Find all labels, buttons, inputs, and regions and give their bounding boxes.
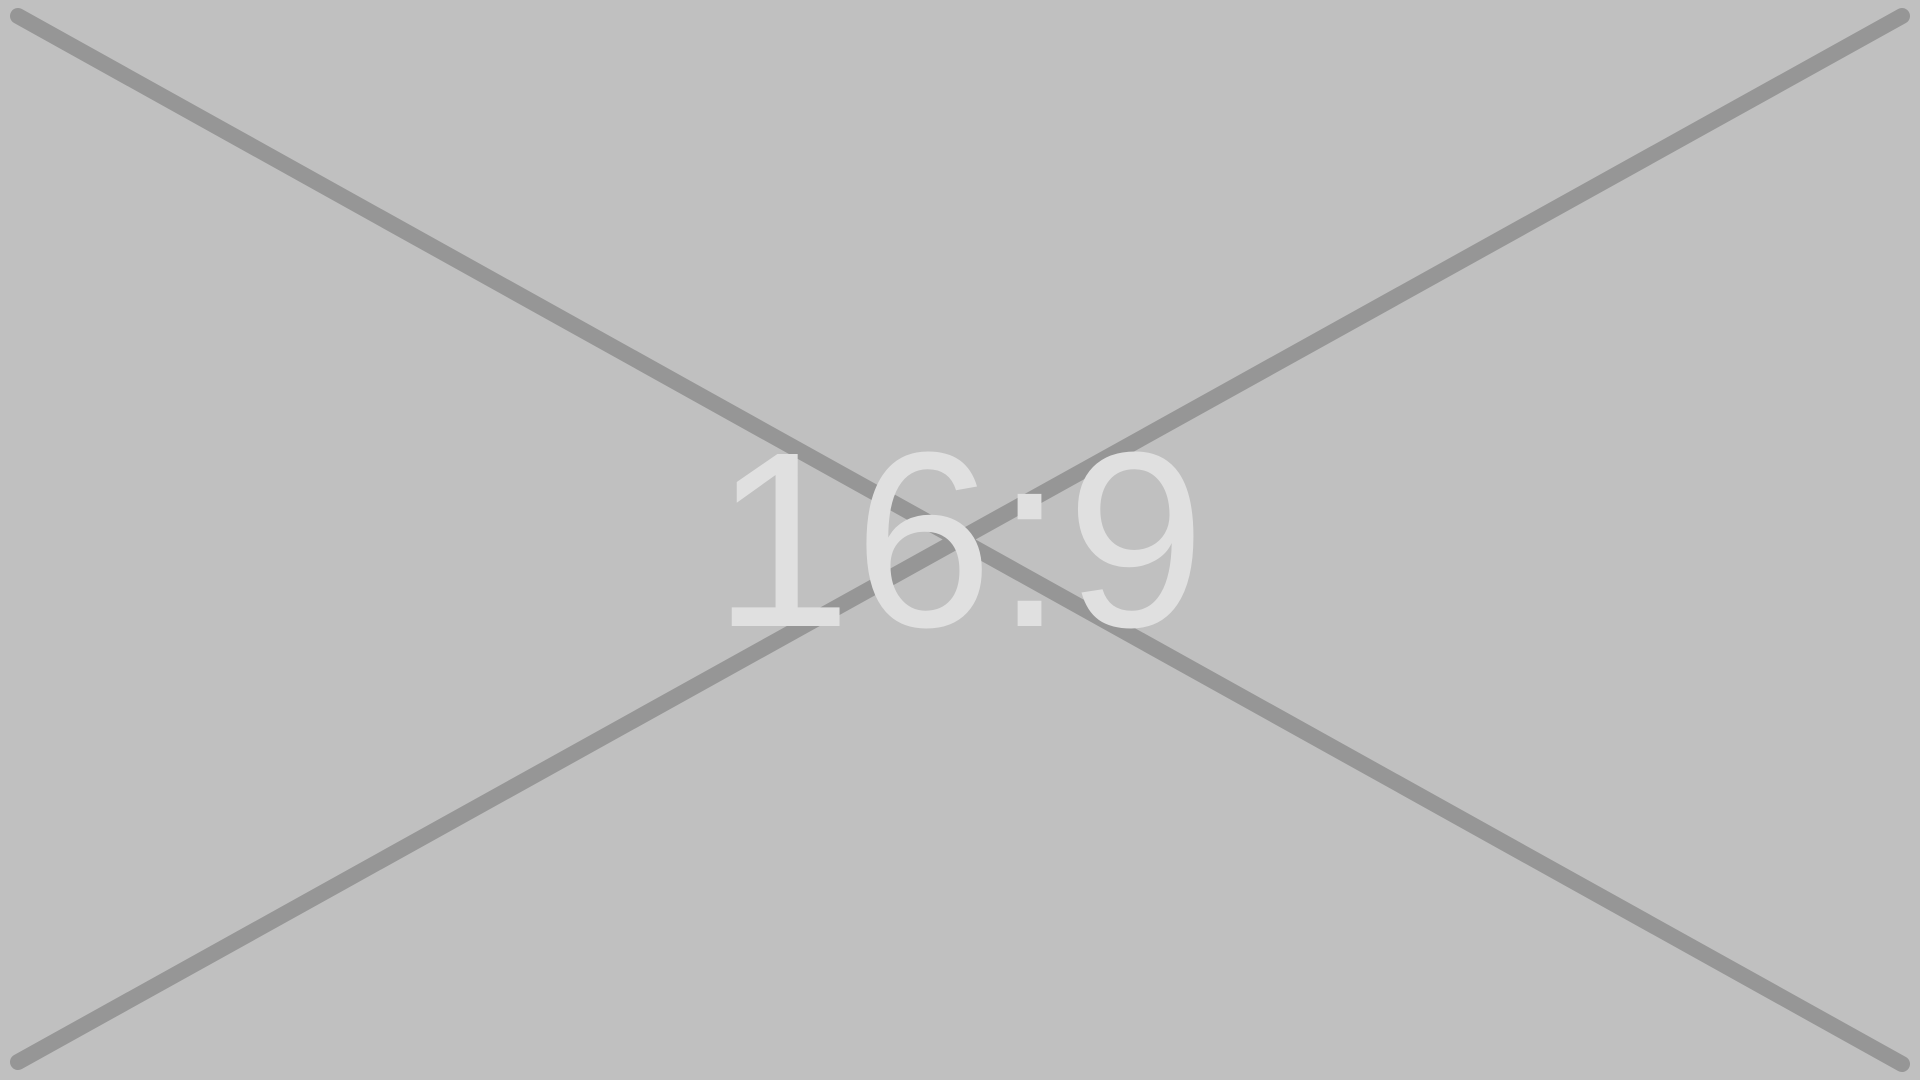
aspect-ratio-label: 16:9 <box>712 400 1208 679</box>
placeholder-image: 16:9 <box>0 0 1920 1080</box>
